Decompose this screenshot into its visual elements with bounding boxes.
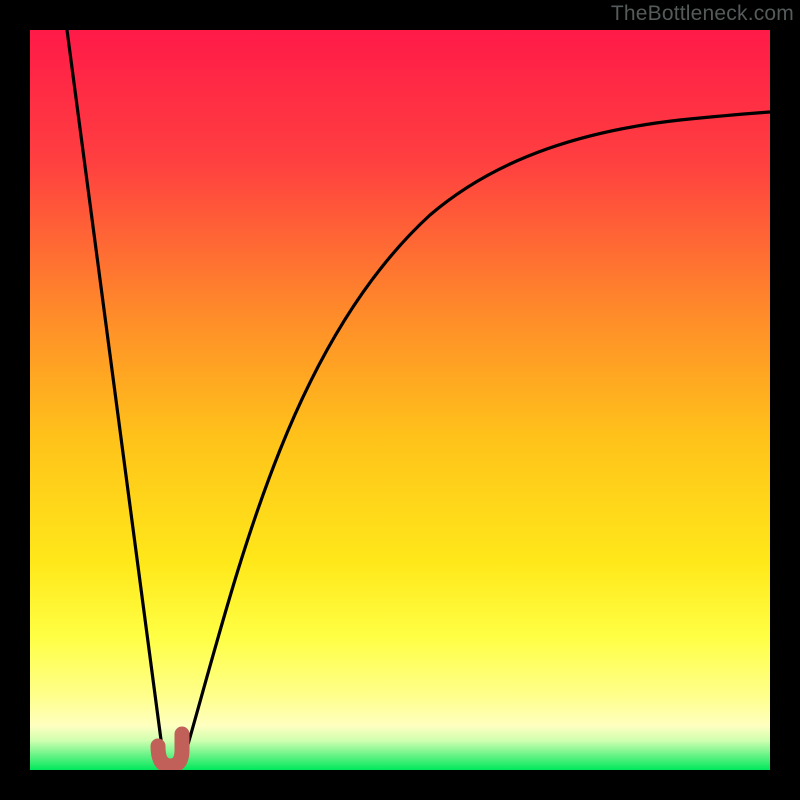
bottleneck-curve — [30, 30, 770, 770]
watermark-text: TheBottleneck.com — [611, 2, 794, 26]
chart-frame: TheBottleneck.com — [0, 0, 800, 800]
curve-left-branch — [67, 30, 163, 755]
plot-area — [30, 30, 770, 770]
curve-right-branch — [185, 112, 770, 755]
